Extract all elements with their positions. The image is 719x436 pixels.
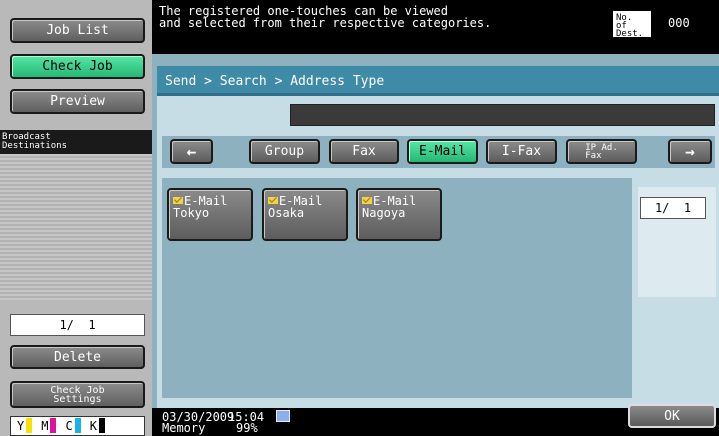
toner-magenta: M bbox=[41, 418, 57, 433]
tab-email[interactable]: E-Mail bbox=[407, 139, 478, 164]
mail-icon bbox=[362, 197, 372, 204]
toner-letter: Y bbox=[17, 419, 25, 433]
toner-black: K bbox=[90, 418, 105, 433]
tab-fax[interactable]: Fax bbox=[329, 139, 399, 164]
left-panel: Job List Check Job Preview Broadcast Des… bbox=[0, 0, 152, 436]
job-list-button[interactable]: Job List bbox=[10, 18, 145, 43]
memory-label: Memory bbox=[162, 421, 206, 435]
memory-value: 99% bbox=[236, 421, 258, 435]
prev-arrow-button[interactable]: ← bbox=[170, 139, 213, 164]
address-name: Nagoya bbox=[362, 206, 406, 220]
address-name: Tokyo bbox=[173, 206, 210, 220]
address-name: Osaka bbox=[268, 206, 305, 220]
toner-bar bbox=[26, 418, 33, 433]
tab-group[interactable]: Group bbox=[249, 139, 320, 164]
breadcrumb: Send > Search > Address Type bbox=[157, 66, 719, 96]
tab-ipfax[interactable]: IP Ad. Fax bbox=[566, 139, 637, 164]
toner-bar bbox=[50, 418, 57, 433]
preview-button[interactable]: Preview bbox=[10, 89, 145, 114]
tab-ifax[interactable]: I-Fax bbox=[486, 139, 557, 164]
toner-letter: M bbox=[41, 419, 49, 433]
toner-bar bbox=[74, 418, 81, 433]
search-field[interactable] bbox=[290, 104, 715, 126]
check-job-button[interactable]: Check Job bbox=[10, 54, 145, 79]
check-job-settings-button[interactable]: Check Job Settings bbox=[10, 381, 145, 408]
toner-levels: Y M C K bbox=[10, 416, 145, 436]
toner-letter: K bbox=[89, 419, 97, 433]
address-button-tokyo[interactable]: E-Mail Tokyo bbox=[167, 188, 253, 241]
delete-button[interactable]: Delete bbox=[10, 345, 145, 369]
dest-count-value: 000 bbox=[668, 16, 690, 30]
arrow-right-icon: → bbox=[685, 142, 695, 161]
toner-yellow: Y bbox=[17, 418, 33, 433]
toner-letter: C bbox=[65, 419, 73, 433]
date-memory: 03/30/2009 Memory bbox=[162, 411, 234, 435]
next-arrow-button[interactable]: → bbox=[668, 139, 712, 164]
network-icon bbox=[276, 410, 290, 422]
address-button-nagoya[interactable]: E-Mail Nagoya bbox=[356, 188, 442, 241]
broadcast-destinations-list[interactable] bbox=[0, 154, 152, 304]
address-button-osaka[interactable]: E-Mail Osaka bbox=[262, 188, 348, 241]
dest-count-label: No. of Dest. bbox=[612, 10, 652, 39]
arrow-left-icon: ← bbox=[186, 142, 197, 161]
time-memory: 15:04 99% bbox=[228, 411, 264, 435]
address-page-indicator: 1/ 1 bbox=[640, 197, 706, 219]
ok-button[interactable]: OK bbox=[628, 404, 716, 428]
mail-icon bbox=[268, 197, 278, 204]
mail-icon bbox=[173, 197, 183, 204]
broadcast-destinations-label: Broadcast Destinations bbox=[0, 130, 152, 154]
toner-cyan: C bbox=[65, 418, 81, 433]
toner-bar bbox=[98, 418, 105, 433]
header-message: The registered one-touches can be viewed… bbox=[159, 4, 492, 30]
broadcast-page-indicator: 1/ 1 bbox=[10, 314, 145, 336]
